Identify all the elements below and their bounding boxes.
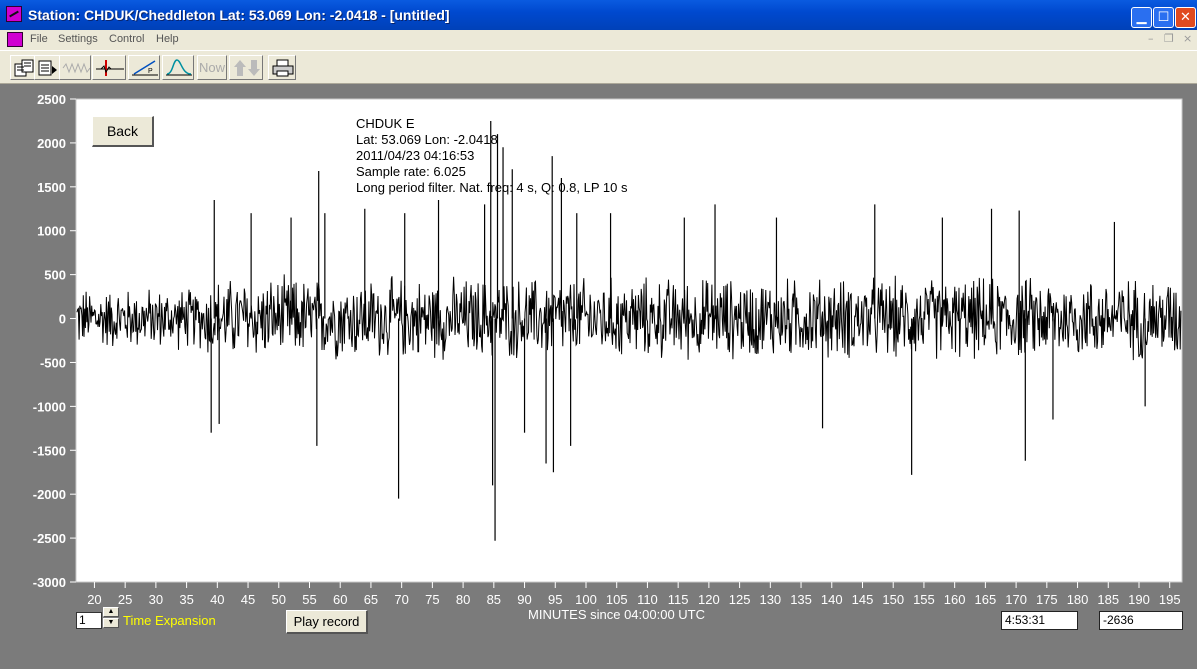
x-tick-label: 170 [1005,592,1027,607]
value-readout: -2636 [1099,611,1183,630]
pwave-icon[interactable]: P [128,55,160,80]
x-tick-label: 135 [790,592,812,607]
spin-down-button[interactable]: ▼ [103,618,119,628]
station-coordinates: Lat: 53.069 Lon: -2.0418 [356,132,498,147]
x-tick-label: 105 [606,592,628,607]
title-bar: Station: CHDUK/Cheddleton Lat: 53.069 Lo… [0,0,1197,30]
window-title: Station: CHDUK/Cheddleton Lat: 53.069 Lo… [28,7,450,23]
back-button[interactable]: Back [92,116,154,147]
y-tick-label: 1000 [37,224,66,239]
x-tick-label: 90 [517,592,531,607]
x-tick-label: 35 [179,592,193,607]
x-axis-label: MINUTES since 04:00:00 UTC [528,607,706,622]
x-tick-label: 165 [975,592,997,607]
y-tick-label: -3000 [33,575,66,590]
now-icon[interactable]: Now [197,55,227,80]
x-tick-label: 25 [118,592,132,607]
x-tick-label: 115 [668,592,689,607]
y-tick-label: 0 [59,312,66,327]
y-tick-label: 2500 [37,92,66,107]
x-tick-label: 100 [575,592,597,607]
updown-arrows-icon[interactable] [229,55,263,80]
x-tick-label: 95 [548,592,562,607]
x-tick-label: 60 [333,592,347,607]
station-info: CHDUK E Lat: 53.069 Lon: -2.0418 2011/04… [356,116,627,196]
y-tick-label: -2500 [33,531,66,546]
y-tick-label: -2000 [33,487,66,502]
play-record-button[interactable]: Play record [286,610,368,634]
x-tick-label: 175 [1036,592,1058,607]
time-readout: 4:53:31 [1001,611,1078,630]
x-tick-label: 50 [272,592,286,607]
plot-area [75,98,1183,583]
menu-control[interactable]: Control [109,33,144,45]
app-icon[interactable] [6,6,22,22]
menu-settings[interactable]: Settings [58,33,98,45]
document-icon[interactable] [7,32,23,47]
time-expansion-input[interactable]: 1 [76,612,102,629]
menu-help[interactable]: Help [156,33,179,45]
x-tick-label: 190 [1128,592,1150,607]
toolbar: P Now [0,50,1197,84]
x-tick-label: 130 [759,592,781,607]
station-channel: CHDUK E [356,116,415,131]
save-icon[interactable] [34,55,62,80]
minimize-button[interactable]: ▁ [1131,7,1152,28]
maximize-button[interactable]: ☐ [1153,7,1174,28]
x-tick-label: 45 [241,592,255,607]
x-tick-label: 65 [364,592,378,607]
x-tick-label: 155 [913,592,935,607]
print-icon[interactable] [268,55,296,80]
menu-bar: File Settings Control Help – ❐ × [0,30,1197,50]
x-tick-label: 150 [882,592,904,607]
x-tick-label: 195 [1159,592,1181,607]
x-tick-label: 85 [487,592,501,607]
spin-up-button[interactable]: ▲ [103,607,119,617]
x-tick-label: 80 [456,592,470,607]
x-tick-label: 30 [149,592,163,607]
x-tick-label: 110 [637,592,658,607]
y-tick-label: -1500 [33,443,66,458]
mdi-close-button[interactable]: × [1183,32,1192,45]
y-axis: 2500 2000 1500 1000 500 0 -500 -1000 -1500 -2000 -… [33,92,76,590]
x-tick-label: 40 [210,592,224,607]
x-tick-label: 160 [944,592,966,607]
y-tick-label: 1500 [37,180,66,195]
x-tick-label: 120 [698,592,720,607]
mdi-minimize-button[interactable]: – [1148,32,1154,45]
close-button[interactable]: ✕ [1175,7,1196,28]
x-tick-label: 70 [394,592,408,607]
svg-text:P: P [148,68,153,75]
x-tick-label: 140 [821,592,843,607]
x-tick-label: 20 [87,592,101,607]
y-tick-label: 2000 [37,136,66,151]
mdi-restore-button[interactable]: ❐ [1164,32,1174,45]
spectrum-icon[interactable] [162,55,194,80]
record-datetime: 2011/04/23 04:16:53 [356,148,475,163]
waveform-icon[interactable] [59,55,91,80]
x-tick-label: 125 [729,592,751,607]
pick-icon[interactable] [92,55,126,80]
x-axis: 20 25 30 35 40 45 50 55 60 65 70 75 80 85 90 95 100 105 11… [87,582,1181,607]
x-tick-label: 55 [302,592,316,607]
y-tick-label: -1000 [33,399,66,414]
sample-rate: Sample rate: 6.025 [356,164,466,179]
x-tick-label: 75 [425,592,439,607]
y-tick-label: 500 [44,268,66,283]
filter-description: Long period filter. Nat. freq: 4 s, Q: 0… [356,180,628,195]
y-tick-label: -500 [40,355,66,370]
time-expansion-label: Time Expansion [123,613,216,628]
x-tick-label: 145 [852,592,874,607]
x-tick-label: 180 [1067,592,1089,607]
menu-file[interactable]: File [30,33,48,45]
x-tick-label: 185 [1097,592,1119,607]
